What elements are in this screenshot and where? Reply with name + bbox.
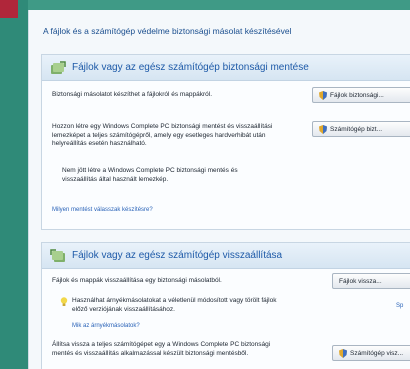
backup-files-button-label: Fájlok biztonsági... (330, 91, 384, 99)
lightbulb-icon (60, 297, 68, 306)
shadow-copy-tip-text: Használhat árnyékmásolatokat a véletlenü… (72, 297, 277, 313)
backup-files-button[interactable]: Fájlok biztonsági... (312, 87, 410, 103)
restore-files-button[interactable]: Fájlok vissza... (332, 273, 410, 289)
page-title: A fájlok és a számítógép védelme biztons… (43, 26, 292, 36)
backup-pc-text: Hozzon létre egy Windows Complete PC biz… (52, 123, 273, 147)
backup-files-text: Biztonsági másolatot készíthet a fájlokr… (52, 91, 213, 98)
shield-icon (339, 348, 347, 358)
restore-files-text: Fájlok és mappák visszaállítása egy bizt… (52, 277, 222, 284)
restore-files-button-label: Fájlok vissza... (339, 277, 382, 285)
restore-computer-button[interactable]: Számítógép visz... (332, 345, 410, 361)
shadow-copy-link[interactable]: Mik az árnyékmásolatok? (72, 323, 140, 329)
backup-icon (51, 60, 66, 74)
backup-section-header: Fájlok vagy az egész számítógép biztonsá… (42, 55, 410, 81)
backup-help-link[interactable]: Milyen mentést válasszak készítésre? (52, 207, 153, 213)
backup-center-window: A fájlok és a számítógép védelme biztons… (28, 10, 410, 369)
desktop-background (0, 0, 28, 369)
no-backup-status-text: Nem jött létre a Windows Complete PC biz… (62, 167, 238, 183)
side-link-partial[interactable]: Sp (396, 303, 403, 309)
red-accent-decoration (0, 0, 18, 18)
backup-computer-button[interactable]: Számítógép bizt... (312, 121, 410, 137)
shield-icon (319, 90, 327, 100)
backup-section-title: Fájlok vagy az egész számítógép biztonsá… (72, 62, 309, 73)
restore-pc-text: Állítsa vissza a teljes számítógépet egy… (52, 341, 271, 357)
restore-section: Fájlok vagy az egész számítógép visszaál… (41, 242, 410, 369)
restore-section-title: Fájlok vagy az egész számítógép visszaál… (72, 250, 283, 261)
backup-computer-button-label: Számítógép bizt... (330, 125, 383, 133)
backup-section: Fájlok vagy az egész számítógép biztonsá… (41, 54, 410, 230)
restore-computer-button-label: Számítógép visz... (350, 349, 404, 357)
restore-section-header: Fájlok vagy az egész számítógép visszaál… (42, 243, 410, 269)
shield-icon (319, 124, 327, 134)
restore-icon (50, 248, 65, 262)
